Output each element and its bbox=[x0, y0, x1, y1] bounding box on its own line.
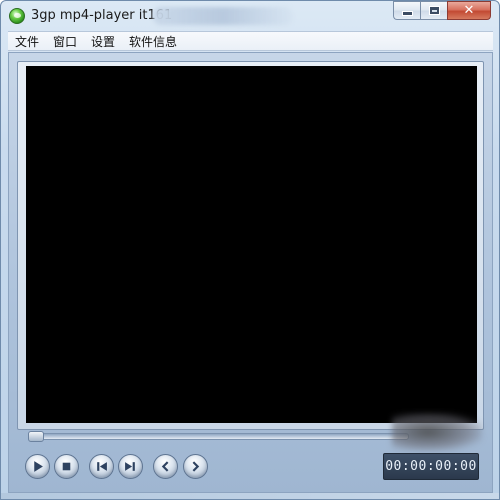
close-icon: ✕ bbox=[463, 3, 475, 18]
video-frame bbox=[17, 61, 484, 430]
stop-button[interactable] bbox=[54, 454, 79, 479]
chevron-left-icon bbox=[161, 461, 169, 472]
time-display: 00:00:00:00 bbox=[383, 453, 479, 480]
seek-bar[interactable] bbox=[29, 433, 409, 440]
window-bottom-edge bbox=[1, 493, 499, 499]
redacted-region bbox=[392, 413, 482, 451]
menu-bar: 文件 窗口 设置 软件信息 bbox=[8, 31, 493, 51]
chevron-right-icon bbox=[192, 461, 200, 472]
play-icon bbox=[34, 461, 43, 472]
app-icon[interactable] bbox=[9, 8, 25, 24]
menu-about[interactable]: 软件信息 bbox=[129, 33, 177, 50]
redacted-title-region bbox=[153, 7, 293, 25]
menu-file[interactable]: 文件 bbox=[15, 33, 39, 50]
menu-window[interactable]: 窗口 bbox=[53, 33, 77, 50]
skip-back-icon bbox=[97, 462, 107, 471]
title-bar[interactable]: 3gp mp4-player it161 ✕ bbox=[1, 1, 499, 31]
maximize-button[interactable] bbox=[420, 1, 447, 20]
window-controls: ✕ bbox=[393, 1, 491, 20]
minimize-icon bbox=[401, 11, 413, 16]
next-button[interactable] bbox=[118, 454, 143, 479]
previous-button[interactable] bbox=[89, 454, 114, 479]
menu-settings[interactable]: 设置 bbox=[91, 33, 115, 50]
window-title: 3gp mp4-player it161 bbox=[31, 8, 173, 23]
skip-forward-icon bbox=[125, 462, 135, 471]
maximize-icon bbox=[428, 6, 440, 15]
stop-icon bbox=[62, 462, 71, 471]
rewind-button[interactable] bbox=[153, 454, 178, 479]
player-window: 3gp mp4-player it161 ✕ 文件 窗口 设置 软件信息 00:… bbox=[0, 0, 500, 500]
seek-thumb[interactable] bbox=[28, 431, 44, 442]
play-button[interactable] bbox=[25, 454, 50, 479]
forward-button[interactable] bbox=[183, 454, 208, 479]
player-panel: 00:00:00:00 bbox=[8, 52, 493, 493]
video-screen[interactable] bbox=[26, 66, 477, 423]
minimize-button[interactable] bbox=[393, 1, 420, 20]
close-button[interactable]: ✕ bbox=[447, 1, 491, 20]
